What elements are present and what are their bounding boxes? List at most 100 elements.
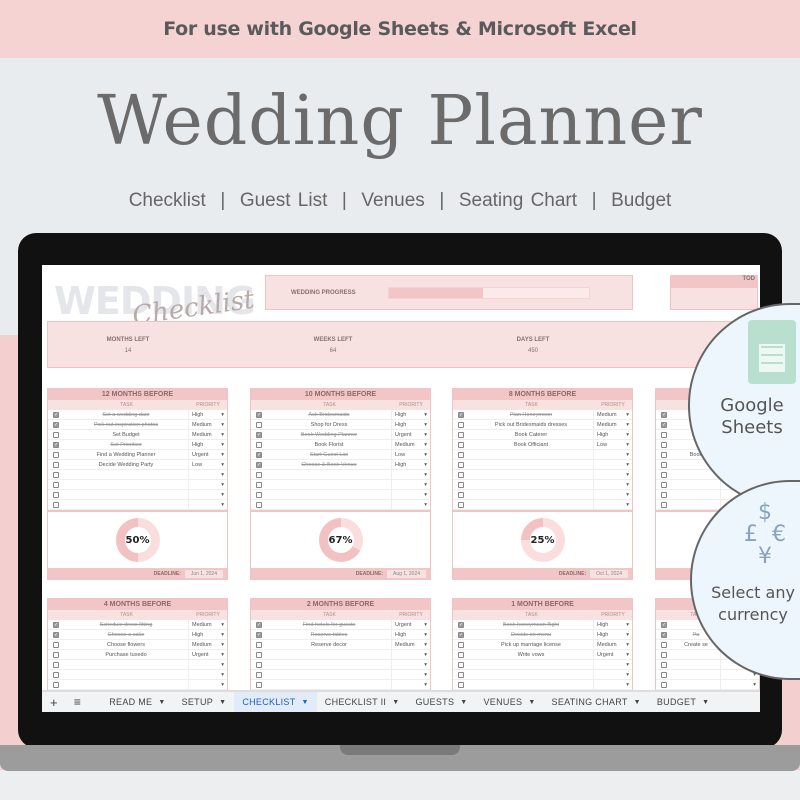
task-checkbox[interactable]: ✓ <box>256 621 262 628</box>
priority-dropdown[interactable]: Low ▾ <box>594 440 632 449</box>
task-checkbox[interactable] <box>458 421 464 428</box>
priority-dropdown[interactable]: High ▾ <box>594 630 632 639</box>
tab-venues[interactable]: VENUES ▼ <box>476 692 544 712</box>
priority-dropdown[interactable]: Medium ▾ <box>594 420 632 429</box>
task-checkbox[interactable] <box>458 471 464 478</box>
priority-dropdown[interactable]: High ▾ <box>392 410 430 419</box>
task-cell[interactable]: Set Budget <box>64 430 189 439</box>
task-checkbox[interactable]: ✓ <box>661 411 667 418</box>
tab-menu-arrow-icon[interactable]: ▼ <box>302 699 309 706</box>
priority-dropdown[interactable]: ▾ <box>594 450 632 459</box>
task-cell[interactable]: Book Florist <box>267 440 392 449</box>
task-checkbox[interactable] <box>53 681 59 688</box>
task-checkbox[interactable]: ✓ <box>458 631 464 638</box>
task-cell[interactable] <box>64 470 189 479</box>
task-cell[interactable] <box>469 500 594 509</box>
task-checkbox[interactable] <box>53 491 59 498</box>
task-cell[interactable] <box>469 470 594 479</box>
task-checkbox[interactable] <box>458 661 464 668</box>
tab-seating-chart[interactable]: SEATING CHART ▼ <box>544 692 649 712</box>
tab-menu-arrow-icon[interactable]: ▼ <box>219 699 226 706</box>
priority-dropdown[interactable]: ▾ <box>392 680 430 689</box>
task-cell[interactable]: Book honeymoon flight <box>469 620 594 629</box>
task-cell[interactable] <box>469 450 594 459</box>
priority-dropdown[interactable]: ▾ <box>594 470 632 479</box>
priority-dropdown[interactable]: ▾ <box>189 480 227 489</box>
task-cell[interactable] <box>469 670 594 679</box>
priority-dropdown[interactable]: Urgent ▾ <box>392 430 430 439</box>
task-checkbox[interactable] <box>458 671 464 678</box>
priority-dropdown[interactable]: Medium ▾ <box>594 640 632 649</box>
task-checkbox[interactable] <box>458 431 464 438</box>
priority-dropdown[interactable]: High ▾ <box>392 630 430 639</box>
task-checkbox[interactable] <box>458 461 464 468</box>
task-checkbox[interactable] <box>53 501 59 508</box>
task-cell[interactable]: Pick out inspiration photos <box>64 420 189 429</box>
priority-dropdown[interactable]: Medium ▾ <box>189 430 227 439</box>
task-checkbox[interactable] <box>256 671 262 678</box>
task-cell[interactable] <box>469 490 594 499</box>
task-checkbox[interactable] <box>661 501 667 508</box>
task-checkbox[interactable] <box>458 491 464 498</box>
task-cell[interactable]: Reserve tables <box>267 630 392 639</box>
task-checkbox[interactable] <box>256 681 262 688</box>
task-checkbox[interactable] <box>256 441 262 448</box>
task-checkbox[interactable] <box>256 421 262 428</box>
priority-dropdown[interactable]: ▾ <box>392 480 430 489</box>
tab-menu-arrow-icon[interactable]: ▼ <box>158 699 165 706</box>
priority-dropdown[interactable]: ▾ <box>392 650 430 659</box>
tab-menu-arrow-icon[interactable]: ▼ <box>702 699 709 706</box>
task-cell[interactable]: Decide on menu <box>469 630 594 639</box>
task-checkbox[interactable]: ✓ <box>661 421 667 428</box>
task-cell[interactable] <box>672 480 721 489</box>
task-cell[interactable]: Set Priorities <box>64 440 189 449</box>
priority-dropdown[interactable]: ▾ <box>594 660 632 669</box>
task-cell[interactable]: Choose flowers <box>64 640 189 649</box>
priority-dropdown[interactable]: ▾ <box>189 490 227 499</box>
tab-menu-arrow-icon[interactable]: ▼ <box>634 699 641 706</box>
task-cell[interactable]: Book Officiant <box>469 440 594 449</box>
task-cell[interactable] <box>267 480 392 489</box>
task-checkbox[interactable]: ✓ <box>256 411 262 418</box>
priority-dropdown[interactable]: ▾ <box>392 470 430 479</box>
task-checkbox[interactable] <box>661 651 667 658</box>
task-cell[interactable] <box>267 670 392 679</box>
task-checkbox[interactable]: ✓ <box>53 411 59 418</box>
task-cell[interactable] <box>64 480 189 489</box>
task-cell[interactable] <box>469 480 594 489</box>
task-checkbox[interactable] <box>458 641 464 648</box>
task-cell[interactable]: Pick out Bridesmaids dresses <box>469 420 594 429</box>
priority-dropdown[interactable]: High ▾ <box>189 440 227 449</box>
task-cell[interactable]: Start Guest List <box>267 450 392 459</box>
task-checkbox[interactable] <box>458 651 464 658</box>
task-cell[interactable]: Book Wedding Planner <box>267 430 392 439</box>
task-cell[interactable] <box>64 680 189 689</box>
task-cell[interactable] <box>267 660 392 669</box>
task-checkbox[interactable]: ✓ <box>256 631 262 638</box>
priority-dropdown[interactable]: ▾ <box>189 680 227 689</box>
task-checkbox[interactable] <box>53 471 59 478</box>
all-sheets-menu-icon[interactable]: ≡ <box>66 692 89 712</box>
task-checkbox[interactable] <box>458 481 464 488</box>
priority-dropdown[interactable]: ▾ <box>392 660 430 669</box>
task-checkbox[interactable]: ✓ <box>256 451 262 458</box>
task-checkbox[interactable] <box>256 641 262 648</box>
add-sheet-button[interactable]: + <box>42 692 66 712</box>
priority-dropdown[interactable]: High ▾ <box>392 420 430 429</box>
task-checkbox[interactable] <box>661 431 667 438</box>
task-checkbox[interactable]: ✓ <box>53 621 59 628</box>
task-cell[interactable] <box>267 470 392 479</box>
task-checkbox[interactable] <box>661 641 667 648</box>
priority-dropdown[interactable]: ▾ <box>392 490 430 499</box>
task-checkbox[interactable] <box>53 651 59 658</box>
priority-dropdown[interactable]: High ▾ <box>189 630 227 639</box>
task-checkbox[interactable] <box>53 431 59 438</box>
task-cell[interactable] <box>469 660 594 669</box>
task-cell[interactable]: Choose a cake <box>64 630 189 639</box>
task-checkbox[interactable] <box>256 471 262 478</box>
task-cell[interactable] <box>672 500 721 509</box>
task-checkbox[interactable] <box>256 661 262 668</box>
deadline-value[interactable]: Oct 1, 2024 <box>590 569 628 578</box>
priority-dropdown[interactable]: ▾ <box>392 670 430 679</box>
priority-dropdown[interactable]: ▾ <box>189 500 227 509</box>
